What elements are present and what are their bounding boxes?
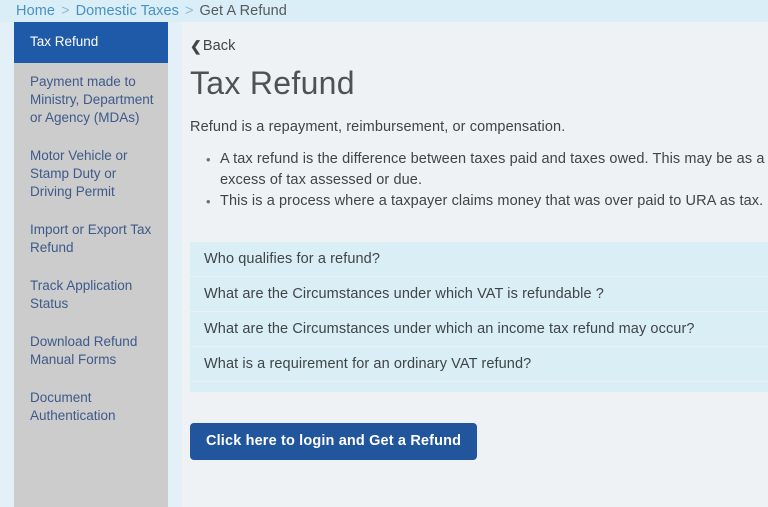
accordion-item-vat-refundable[interactable]: What are the Circumstances under which V… bbox=[190, 277, 768, 313]
sidebar: Tax Refund Payment made to Ministry, Dep… bbox=[14, 22, 168, 507]
breadcrumb-item-get-a-refund: Get A Refund bbox=[199, 3, 287, 19]
page-title: Tax Refund bbox=[190, 65, 355, 101]
sidebar-item-motor-vehicle-stamp-duty[interactable]: Motor Vehicle or Stamp Duty or Driving P… bbox=[14, 137, 168, 211]
accordion-bottom-edge bbox=[190, 382, 768, 393]
accordion-item-ordinary-vat-refund[interactable]: What is a requirement for an ordinary VA… bbox=[190, 347, 768, 383]
breadcrumb: Home > Domestic Taxes > Get A Refund bbox=[0, 0, 768, 22]
breadcrumb-separator: > bbox=[61, 3, 70, 19]
breadcrumb-separator: > bbox=[185, 3, 194, 19]
sidebar-item-payment-made-to-mdas[interactable]: Payment made to Ministry, Department or … bbox=[14, 63, 168, 137]
page-root: Home > Domestic Taxes > Get A Refund Tax… bbox=[0, 0, 768, 507]
accordion-item-who-qualifies[interactable]: Who qualifies for a refund? bbox=[190, 242, 768, 278]
lead-paragraph: Refund is a repayment, reimbursement, or… bbox=[190, 119, 566, 136]
back-button[interactable]: ❮ Back bbox=[190, 38, 235, 54]
chevron-left-icon: ❮ bbox=[190, 38, 202, 54]
sidebar-item-document-authentication[interactable]: Document Authentication bbox=[14, 379, 168, 435]
list-item: A tax refund is the difference between t… bbox=[206, 149, 768, 191]
accordion-item-income-tax-refund[interactable]: What are the Circumstances under which a… bbox=[190, 312, 768, 348]
breadcrumb-item-domestic-taxes[interactable]: Domestic Taxes bbox=[76, 3, 179, 19]
list-item: This is a process where a taxpayer claim… bbox=[206, 191, 768, 212]
info-bullet-list: A tax refund is the difference between t… bbox=[182, 149, 768, 212]
login-and-get-refund-button[interactable]: Click here to login and Get a Refund bbox=[190, 423, 478, 461]
breadcrumb-item-home[interactable]: Home bbox=[16, 3, 55, 19]
sidebar-item-import-or-export-tax-refund[interactable]: Import or Export Tax Refund bbox=[14, 211, 168, 267]
sidebar-item-tax-refund[interactable]: Tax Refund bbox=[14, 22, 168, 63]
faq-accordion: Who qualifies for a refund? What are the… bbox=[190, 242, 768, 383]
sidebar-item-download-refund-manual-forms[interactable]: Download Refund Manual Forms bbox=[14, 323, 168, 379]
main-content: ❮ Back Tax Refund Refund is a repayment,… bbox=[182, 22, 768, 507]
sidebar-item-track-application-status[interactable]: Track Application Status bbox=[14, 267, 168, 323]
cta-container: Click here to login and Get a Refund bbox=[190, 423, 768, 461]
back-button-label: Back bbox=[202, 38, 236, 54]
